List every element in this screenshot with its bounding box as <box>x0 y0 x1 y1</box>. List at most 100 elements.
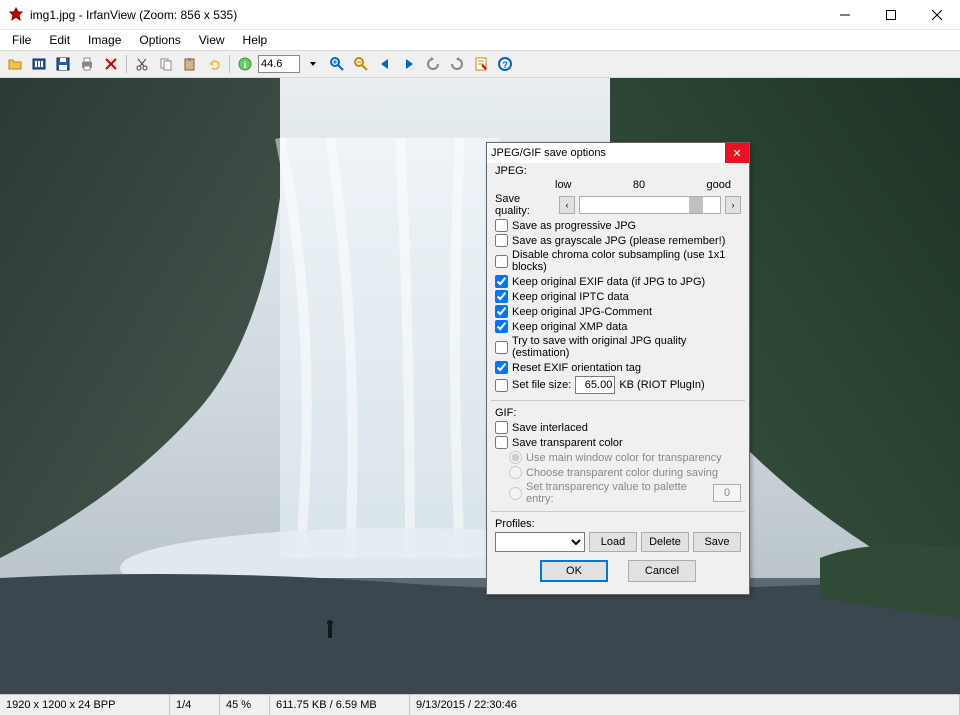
toolbar-separator <box>229 55 230 73</box>
maximize-button[interactable] <box>868 0 914 30</box>
resetexif-label: Reset EXIF orientation tag <box>512 362 641 374</box>
slideshow-icon[interactable] <box>28 53 50 75</box>
gif-section-label: GIF: <box>495 407 741 419</box>
filesize-input[interactable] <box>575 376 615 394</box>
quality-decrease-button[interactable]: ‹ <box>559 196 575 214</box>
image-canvas: JPEG/GIF save options ✕ JPEG: low 80 goo… <box>0 78 960 694</box>
quality-good-label: good <box>707 179 731 191</box>
toolbar: i ? <box>0 50 960 78</box>
jpeg-section-label: JPEG: <box>495 165 741 177</box>
delete-icon[interactable] <box>100 53 122 75</box>
menubar: File Edit Image Options View Help <box>0 30 960 50</box>
menu-options[interactable]: Options <box>131 31 188 49</box>
resetexif-checkbox[interactable] <box>495 361 508 374</box>
window-controls <box>822 0 960 29</box>
profiles-select[interactable] <box>495 532 585 552</box>
jpgcomment-checkbox[interactable] <box>495 305 508 318</box>
copy-icon[interactable] <box>155 53 177 75</box>
zoom-in-icon[interactable] <box>326 53 348 75</box>
origquality-label: Try to save with original JPG quality (e… <box>512 335 741 359</box>
chroma-checkbox[interactable] <box>495 255 508 268</box>
progressive-checkbox[interactable] <box>495 219 508 232</box>
interlaced-label: Save interlaced <box>512 422 588 434</box>
status-dimensions: 1920 x 1200 x 24 BPP <box>0 695 170 715</box>
iptc-label: Keep original IPTC data <box>512 291 629 303</box>
quality-low-label: low <box>555 179 572 191</box>
paste-icon[interactable] <box>179 53 201 75</box>
progressive-label: Save as progressive JPG <box>512 220 636 232</box>
setfilesize-checkbox[interactable] <box>495 379 508 392</box>
status-filesize: 611.75 KB / 6.59 MB <box>270 695 410 715</box>
kb-riot-label: KB (RIOT PlugIn) <box>619 379 704 391</box>
save-icon[interactable] <box>52 53 74 75</box>
xmp-label: Keep original XMP data <box>512 321 627 333</box>
zoom-out-icon[interactable] <box>350 53 372 75</box>
cancel-button[interactable]: Cancel <box>628 560 696 582</box>
status-datetime: 9/13/2015 / 22:30:46 <box>410 695 960 715</box>
app-icon <box>8 7 24 23</box>
dialog-titlebar[interactable]: JPEG/GIF save options ✕ <box>487 143 749 163</box>
delete-button[interactable]: Delete <box>641 532 689 552</box>
print-icon[interactable] <box>76 53 98 75</box>
quality-value: 80 <box>633 179 645 191</box>
menu-view[interactable]: View <box>191 31 233 49</box>
choose-radio <box>509 466 522 479</box>
status-page: 1/4 <box>170 695 220 715</box>
choose-label: Choose transparent color during saving <box>526 467 718 479</box>
window-title: img1.jpg - IrfanView (Zoom: 856 x 535) <box>30 8 822 22</box>
exif-label: Keep original EXIF data (if JPG to JPG) <box>512 276 705 288</box>
dialog-title: JPEG/GIF save options <box>487 147 725 159</box>
rotate-left-icon[interactable] <box>422 53 444 75</box>
origquality-checkbox[interactable] <box>495 341 508 354</box>
ok-button[interactable]: OK <box>540 560 608 582</box>
info-icon[interactable]: i <box>234 53 256 75</box>
iptc-checkbox[interactable] <box>495 290 508 303</box>
save-button[interactable]: Save <box>693 532 741 552</box>
about-icon[interactable]: ? <box>494 53 516 75</box>
usemain-label: Use main window color for transparency <box>526 452 722 464</box>
setentry-radio <box>509 487 522 500</box>
svg-text:?: ? <box>502 60 508 70</box>
xmp-checkbox[interactable] <box>495 320 508 333</box>
quality-slider[interactable] <box>579 196 721 214</box>
grayscale-checkbox[interactable] <box>495 234 508 247</box>
displayed-image <box>0 78 960 694</box>
rotate-right-icon[interactable] <box>446 53 468 75</box>
setentry-label: Set transparency value to palette entry: <box>526 481 709 505</box>
interlaced-checkbox[interactable] <box>495 421 508 434</box>
profiles-label: Profiles: <box>495 518 741 530</box>
menu-image[interactable]: Image <box>80 31 129 49</box>
statusbar: 1920 x 1200 x 24 BPP 1/4 45 % 611.75 KB … <box>0 694 960 715</box>
dialog-close-button[interactable]: ✕ <box>725 143 749 163</box>
menu-file[interactable]: File <box>4 31 39 49</box>
toolbar-separator <box>126 55 127 73</box>
minimize-button[interactable] <box>822 0 868 30</box>
properties-icon[interactable] <box>470 53 492 75</box>
prev-icon[interactable] <box>374 53 396 75</box>
jpeg-gif-save-options-dialog: JPEG/GIF save options ✕ JPEG: low 80 goo… <box>486 142 750 595</box>
save-quality-label: Save quality: <box>495 193 555 217</box>
setfilesize-label: Set file size: <box>512 379 571 391</box>
close-button[interactable] <box>914 0 960 30</box>
transparent-checkbox[interactable] <box>495 436 508 449</box>
quality-increase-button[interactable]: › <box>725 196 741 214</box>
menu-help[interactable]: Help <box>235 31 276 49</box>
usemain-radio <box>509 451 522 464</box>
chroma-label: Disable chroma color subsampling (use 1x… <box>512 249 741 273</box>
titlebar: img1.jpg - IrfanView (Zoom: 856 x 535) <box>0 0 960 30</box>
transparency-entry-input <box>713 484 741 502</box>
exif-checkbox[interactable] <box>495 275 508 288</box>
zoom-dropdown-icon[interactable] <box>302 53 324 75</box>
next-icon[interactable] <box>398 53 420 75</box>
menu-edit[interactable]: Edit <box>41 31 78 49</box>
load-button[interactable]: Load <box>589 532 637 552</box>
status-zoom-percent: 45 % <box>220 695 270 715</box>
transparent-label: Save transparent color <box>512 437 623 449</box>
undo-icon[interactable] <box>203 53 225 75</box>
grayscale-label: Save as grayscale JPG (please remember!) <box>512 235 725 247</box>
zoom-input[interactable] <box>258 55 300 73</box>
open-icon[interactable] <box>4 53 26 75</box>
cut-icon[interactable] <box>131 53 153 75</box>
svg-text:i: i <box>244 60 247 70</box>
jpgcomment-label: Keep original JPG-Comment <box>512 306 652 318</box>
